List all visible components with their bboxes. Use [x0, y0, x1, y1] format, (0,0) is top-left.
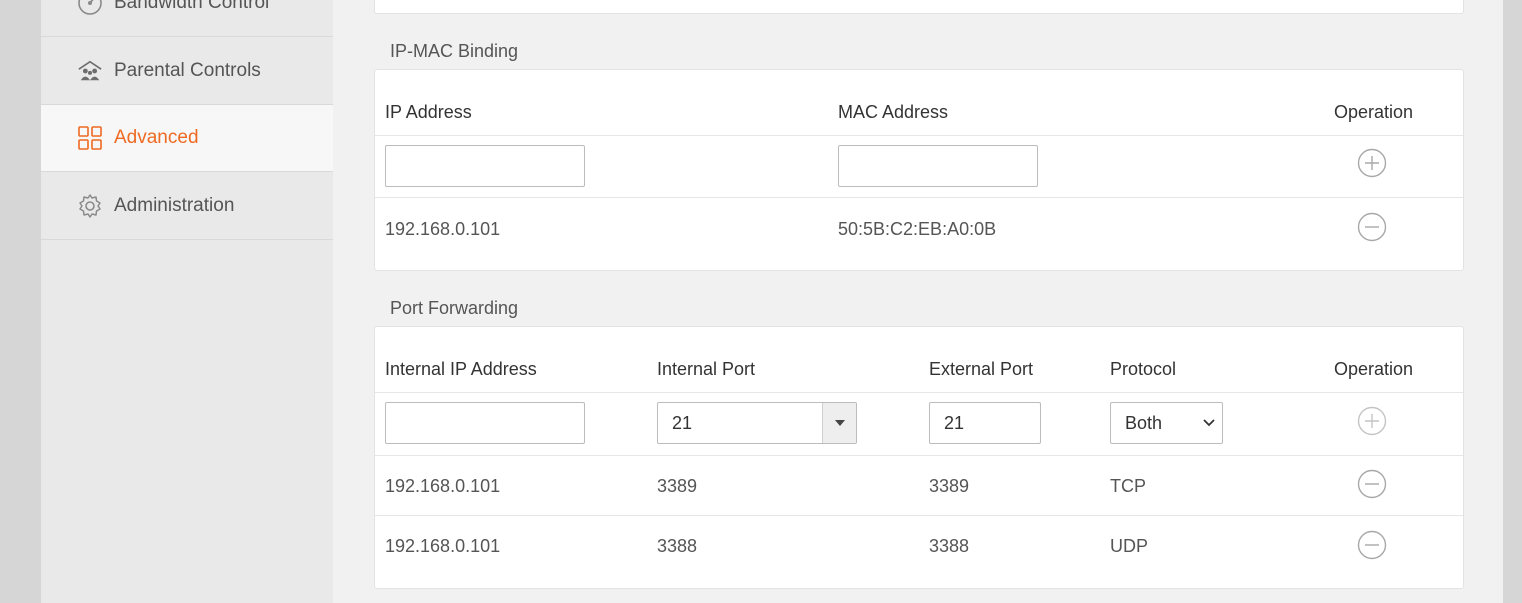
mac-address-input[interactable] — [838, 145, 1038, 187]
sidebar-item-parental-controls[interactable]: Parental Controls — [41, 38, 333, 105]
forward-row-external-port: 3389 — [929, 476, 970, 496]
column-header-mac-address: MAC Address — [838, 102, 949, 122]
internal-ip-input[interactable] — [385, 402, 585, 444]
chevron-down-icon — [1196, 419, 1222, 427]
forward-row-ip: 192.168.0.101 — [385, 476, 501, 496]
ip-address-input[interactable] — [385, 145, 585, 187]
right-gutter — [1503, 0, 1522, 603]
protocol-select[interactable]: Both — [1110, 402, 1223, 444]
sidebar-item-label: Bandwidth Control — [114, 0, 270, 13]
gauge-icon — [77, 0, 103, 16]
port-forwarding-title: Port Forwarding — [390, 298, 519, 318]
column-header-operation: Operation — [1334, 359, 1414, 379]
sidebar-item-label: Parental Controls — [114, 60, 261, 81]
column-header-internal-ip: Internal IP Address — [385, 359, 537, 379]
forward-row-protocol: TCP — [1110, 476, 1146, 496]
sidebar-item-label: Advanced — [114, 127, 199, 148]
add-icon[interactable] — [1357, 406, 1387, 436]
sidebar: Bandwidth Control Parental Controls Adva… — [41, 0, 333, 603]
forward-row-external-port: 3388 — [929, 536, 970, 556]
forward-row-protocol: UDP — [1110, 536, 1149, 556]
sidebar-item-advanced[interactable]: Advanced — [41, 105, 333, 172]
column-header-internal-port: Internal Port — [657, 359, 756, 379]
sidebar-item-label: Administration — [114, 195, 235, 216]
internal-port-combo[interactable]: 21 — [657, 402, 857, 444]
previous-section-card — [374, 0, 1464, 14]
remove-icon[interactable] — [1357, 212, 1387, 242]
remove-icon[interactable] — [1357, 469, 1387, 499]
divider — [375, 392, 1463, 393]
forward-row-internal-port: 3389 — [657, 476, 698, 496]
gear-icon — [77, 193, 103, 219]
protocol-value: Both — [1125, 412, 1163, 433]
column-header-external-port: External Port — [929, 359, 1034, 379]
sidebar-item-administration[interactable]: Administration — [41, 173, 333, 240]
binding-row-mac: 50:5B:C2:EB:A0:0B — [838, 219, 997, 239]
divider — [375, 197, 1463, 198]
divider — [375, 455, 1463, 456]
column-header-protocol: Protocol — [1110, 359, 1177, 379]
remove-icon[interactable] — [1357, 530, 1387, 560]
column-header-operation: Operation — [1334, 102, 1414, 122]
port-forwarding-card: Internal IP Address Internal Port Extern… — [374, 326, 1464, 589]
divider — [375, 515, 1463, 516]
forward-row-ip: 192.168.0.101 — [385, 536, 501, 556]
sidebar-item-bandwidth-control[interactable]: Bandwidth Control — [41, 0, 333, 37]
forward-row-internal-port: 3388 — [657, 536, 698, 556]
family-icon — [77, 58, 103, 84]
add-icon[interactable] — [1357, 148, 1387, 178]
column-header-ip-address: IP Address — [385, 102, 472, 122]
binding-row-ip: 192.168.0.101 — [385, 219, 501, 239]
external-port-input[interactable] — [929, 402, 1041, 444]
ip-mac-binding-card: IP Address MAC Address Operation 192.168… — [374, 69, 1464, 271]
divider — [375, 135, 1463, 136]
ip-mac-binding-title: IP-MAC Binding — [390, 41, 519, 61]
dropdown-arrow-icon[interactable] — [822, 403, 856, 443]
grid-icon — [77, 125, 103, 151]
internal-port-value: 21 — [672, 412, 693, 433]
